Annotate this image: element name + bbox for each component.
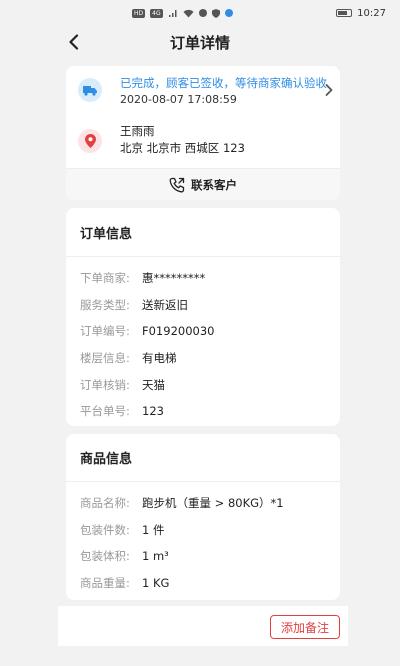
- info-value: 1 件: [142, 522, 165, 537]
- info-label: 包装体积:: [80, 549, 130, 564]
- location-pin-icon: [78, 129, 102, 153]
- info-label: 商品名称:: [80, 496, 130, 511]
- phone-icon: [169, 177, 185, 192]
- status-time: 10:27: [357, 7, 386, 19]
- recipient-address: 北京 北京市 西城区 123: [120, 141, 245, 155]
- contact-customer-label: 联系客户: [191, 177, 237, 192]
- status-icons: HD 4G: [132, 8, 233, 18]
- info-label: 服务类型:: [80, 297, 130, 312]
- goods-info-card: 商品信息 商品名称: 跑步机（重量 > 80KG）*1 包装件数: 1 件 包装…: [66, 434, 340, 600]
- arrow-left-icon: [69, 34, 79, 50]
- info-row-product-weight: 商品重量: 1 KG: [66, 570, 340, 597]
- shield-icon: [211, 8, 220, 18]
- goods-info-title: 商品信息: [66, 434, 340, 482]
- app-notification-icon: [224, 9, 233, 17]
- navigation-bar: 订单详情: [0, 26, 400, 58]
- add-note-button[interactable]: 添加备注: [270, 615, 340, 639]
- wifi-icon: [183, 9, 194, 17]
- network-badge: 4G: [150, 8, 163, 18]
- order-status-card: 已完成，顾客已签收，等待商家确认验收 2020-08-07 17:08:59 王…: [66, 66, 340, 200]
- order-info-list: 下单商家: 惠********* 服务类型: 送新返旧 订单编号: F01920…: [66, 257, 340, 425]
- info-value: 送新返旧: [142, 297, 188, 312]
- battery-icon: [336, 9, 353, 17]
- info-row-verification: 订单核销: 天猫: [66, 371, 340, 398]
- info-value: F019200030: [142, 324, 215, 339]
- order-status-row[interactable]: 已完成，顾客已签收，等待商家确认验收 2020-08-07 17:08:59: [66, 66, 340, 116]
- goods-info-list: 商品名称: 跑步机（重量 > 80KG）*1 包装件数: 1 件 包装体积: 1…: [66, 482, 340, 596]
- info-row-floor: 楼层信息: 有电梯: [66, 345, 340, 372]
- message-icon: [198, 9, 207, 17]
- info-value: 1 m³: [142, 549, 169, 564]
- info-value: 惠*********: [142, 271, 206, 286]
- order-info-title: 订单信息: [66, 208, 340, 257]
- truck-icon: [78, 78, 102, 102]
- info-row-platform-number: 平台单号: 123: [66, 398, 340, 425]
- recipient-name: 王雨雨: [120, 124, 155, 138]
- info-label: 订单核销:: [80, 377, 130, 392]
- info-value: 有电梯: [142, 351, 177, 366]
- bottom-action-bar: 添加备注: [58, 606, 348, 646]
- page-title: 订单详情: [169, 33, 230, 52]
- info-row-merchant: 下单商家: 惠*********: [66, 265, 340, 292]
- signal-icon: [168, 9, 177, 17]
- info-row-package-count: 包装件数: 1 件: [66, 517, 340, 544]
- info-label: 楼层信息:: [80, 351, 130, 366]
- back-button[interactable]: [62, 30, 86, 54]
- contact-customer-button[interactable]: 联系客户: [66, 168, 340, 200]
- hd-badge: HD: [132, 8, 146, 18]
- order-status-text: 已完成，顾客已签收，等待商家确认验收: [120, 76, 327, 90]
- status-right: 10:27: [336, 8, 386, 19]
- info-label: 平台单号:: [80, 404, 130, 419]
- info-label: 订单编号:: [80, 324, 130, 339]
- order-info-card: 订单信息 下单商家: 惠********* 服务类型: 送新返旧 订单编号: F…: [66, 208, 340, 426]
- info-value: 123: [142, 404, 164, 419]
- info-label: 包装件数:: [80, 522, 130, 537]
- info-value: 跑步机（重量 > 80KG）*1: [142, 496, 284, 511]
- info-label: 商品重量:: [80, 576, 130, 591]
- info-label: 下单商家:: [80, 271, 130, 286]
- chevron-right-icon: [325, 84, 333, 96]
- info-row-product-name: 商品名称: 跑步机（重量 > 80KG）*1: [66, 490, 340, 517]
- order-status-time: 2020-08-07 17:08:59: [120, 93, 237, 106]
- info-row-service-type: 服务类型: 送新返旧: [66, 292, 340, 319]
- info-value: 1 KG: [142, 576, 170, 591]
- info-row-order-number: 订单编号: F019200030: [66, 318, 340, 345]
- info-row-package-volume: 包装体积: 1 m³: [66, 543, 340, 570]
- info-value: 天猫: [142, 377, 165, 392]
- status-bar: HD 4G 10:27: [0, 0, 400, 26]
